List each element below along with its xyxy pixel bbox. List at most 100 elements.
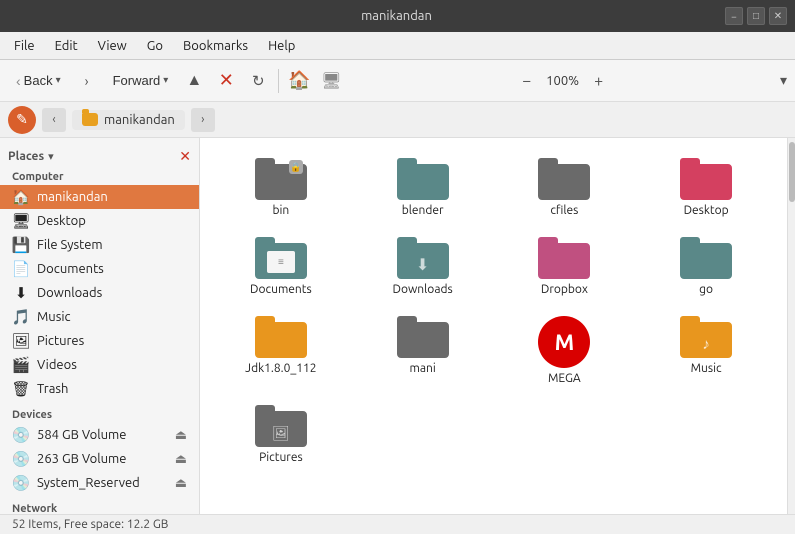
file-label-jdk: Jdk1.8.0_112: [245, 362, 316, 375]
breadcrumb-forward-button[interactable]: ›: [191, 108, 215, 132]
breadcrumb-manikandan[interactable]: manikandan: [72, 110, 185, 130]
sidebar-item-music[interactable]: 🎵 Music: [0, 305, 199, 329]
doc-icon: ≡: [267, 251, 295, 273]
folder-icon: [82, 113, 98, 126]
file-area: 🔒 bin blender cfiles Des: [200, 138, 787, 514]
sidebar-item-downloads[interactable]: ⬇ Downloads: [0, 281, 199, 305]
folder-icon-dropbox: [538, 237, 590, 279]
menu-bookmarks[interactable]: Bookmarks: [175, 36, 256, 56]
places-chevron-icon[interactable]: ▾: [48, 150, 54, 163]
file-item-pictures[interactable]: 🖼 Pictures: [212, 397, 350, 472]
maximize-button[interactable]: □: [747, 7, 765, 25]
devices-section-header: Devices: [0, 405, 199, 423]
sidebar-item-videos[interactable]: 🎬 Videos: [0, 353, 199, 377]
folder-icon-downloads: ⬇: [397, 237, 449, 279]
forward-prev-icon[interactable]: ›: [73, 67, 101, 95]
sidebar-item-trash[interactable]: 🗑 Trash: [0, 377, 199, 401]
file-label-cfiles: cfiles: [550, 204, 578, 217]
folder-icon-cfiles: [538, 158, 590, 200]
file-label-desktop: Desktop: [684, 204, 729, 217]
file-item-music[interactable]: ♪ Music: [637, 308, 775, 393]
sidebar-trash-label: Trash: [37, 382, 68, 396]
places-label: Places: [8, 150, 44, 163]
up-button[interactable]: ▲: [180, 67, 208, 95]
forward-button[interactable]: Forward ▾: [105, 69, 177, 92]
zoom-out-button[interactable]: −: [513, 67, 541, 95]
zoom-in-button[interactable]: +: [585, 67, 613, 95]
menu-view[interactable]: View: [90, 36, 135, 56]
zoom-area: − 100% +: [513, 67, 613, 95]
edit-location-button[interactable]: ✎: [8, 106, 36, 134]
sidebar-item-manikandan[interactable]: 🏠 manikandan: [0, 185, 199, 209]
reload-button[interactable]: ↻: [244, 67, 272, 95]
folder-icon-music: ♪: [680, 316, 732, 358]
eject-vol263-icon[interactable]: ⏏: [175, 452, 187, 467]
sidebar-videos-label: Videos: [37, 358, 77, 372]
menu-help[interactable]: Help: [260, 36, 303, 56]
file-item-cfiles[interactable]: cfiles: [496, 150, 634, 225]
pictures-icon: 🖼: [12, 332, 30, 350]
breadcrumb-back-button[interactable]: ‹: [42, 108, 66, 132]
window-controls: − □ ✕: [725, 7, 787, 25]
file-label-mani: mani: [409, 362, 435, 375]
scroll-thumb[interactable]: [789, 142, 795, 202]
file-item-dropbox[interactable]: Dropbox: [496, 229, 634, 304]
trash-icon: 🗑: [12, 380, 30, 398]
eject-vol584-icon[interactable]: ⏏: [175, 428, 187, 443]
file-item-mega[interactable]: M MEGA: [496, 308, 634, 393]
file-label-dropbox: Dropbox: [541, 283, 588, 296]
scrollbar[interactable]: [787, 138, 795, 514]
file-item-bin[interactable]: 🔒 bin: [212, 150, 350, 225]
toolbar-separator-1: [278, 69, 279, 93]
breadcrumb-label: manikandan: [104, 113, 175, 127]
desktop-icon: 🖥: [12, 212, 30, 230]
sidebar-item-desktop[interactable]: 🖥 Desktop: [0, 209, 199, 233]
documents-icon: 📄: [12, 260, 30, 278]
file-label-music: Music: [691, 362, 722, 375]
sidebar-item-sysres[interactable]: 💿 System_Reserved ⏏: [0, 471, 199, 495]
sidebar-item-vol584[interactable]: 💿 584 GB Volume ⏏: [0, 423, 199, 447]
sidebar-sysres-label: System_Reserved: [37, 476, 140, 490]
back-chevron-icon: ▾: [56, 75, 61, 86]
home-icon: 🏠: [12, 188, 30, 206]
file-item-blender[interactable]: blender: [354, 150, 492, 225]
sidebar-pictures-label: Pictures: [37, 334, 84, 348]
file-item-mani[interactable]: mani: [354, 308, 492, 393]
folder-body: [538, 243, 590, 279]
file-item-documents[interactable]: ≡ Documents: [212, 229, 350, 304]
file-item-jdk[interactable]: Jdk1.8.0_112: [212, 308, 350, 393]
close-button[interactable]: ✕: [769, 7, 787, 25]
sidebar-documents-label: Documents: [37, 262, 104, 276]
filesystem-icon: 💾: [12, 236, 30, 254]
sidebar-item-filesystem[interactable]: 💾 File System: [0, 233, 199, 257]
sidebar-item-documents[interactable]: 📄 Documents: [0, 257, 199, 281]
file-label-pictures: Pictures: [259, 451, 303, 464]
folder-body: [680, 243, 732, 279]
stop-button[interactable]: ✕: [212, 67, 240, 95]
downloads-icon: ⬇: [12, 284, 30, 302]
computer-button[interactable]: 🖥: [317, 67, 345, 95]
sidebar: Places ▾ ✕ Computer 🏠 manikandan 🖥 Deskt…: [0, 138, 200, 514]
folder-icon-go: [680, 237, 732, 279]
file-item-desktop[interactable]: Desktop: [637, 150, 775, 225]
menu-edit[interactable]: Edit: [47, 36, 86, 56]
location-bar: ✎ ‹ manikandan ›: [0, 102, 795, 138]
file-item-downloads[interactable]: ⬇ Downloads: [354, 229, 492, 304]
computer-section-header: Computer: [0, 167, 199, 185]
mega-icon: M: [538, 316, 590, 368]
lock-icon: 🔒: [289, 160, 303, 174]
home-button[interactable]: 🏠: [285, 67, 313, 95]
menu-file[interactable]: File: [6, 36, 43, 56]
menu-bar: File Edit View Go Bookmarks Help: [0, 32, 795, 60]
view-options-button[interactable]: ▾: [780, 72, 787, 89]
sidebar-item-vol263[interactable]: 💿 263 GB Volume ⏏: [0, 447, 199, 471]
eject-sysres-icon[interactable]: ⏏: [175, 476, 187, 491]
sidebar-item-pictures[interactable]: 🖼 Pictures: [0, 329, 199, 353]
file-label-mega: MEGA: [548, 372, 581, 385]
folder-body: [255, 322, 307, 358]
places-close-icon[interactable]: ✕: [179, 148, 191, 165]
file-item-go[interactable]: go: [637, 229, 775, 304]
menu-go[interactable]: Go: [139, 36, 171, 56]
minimize-button[interactable]: −: [725, 7, 743, 25]
back-button[interactable]: ‹ Back ▾: [8, 69, 69, 93]
